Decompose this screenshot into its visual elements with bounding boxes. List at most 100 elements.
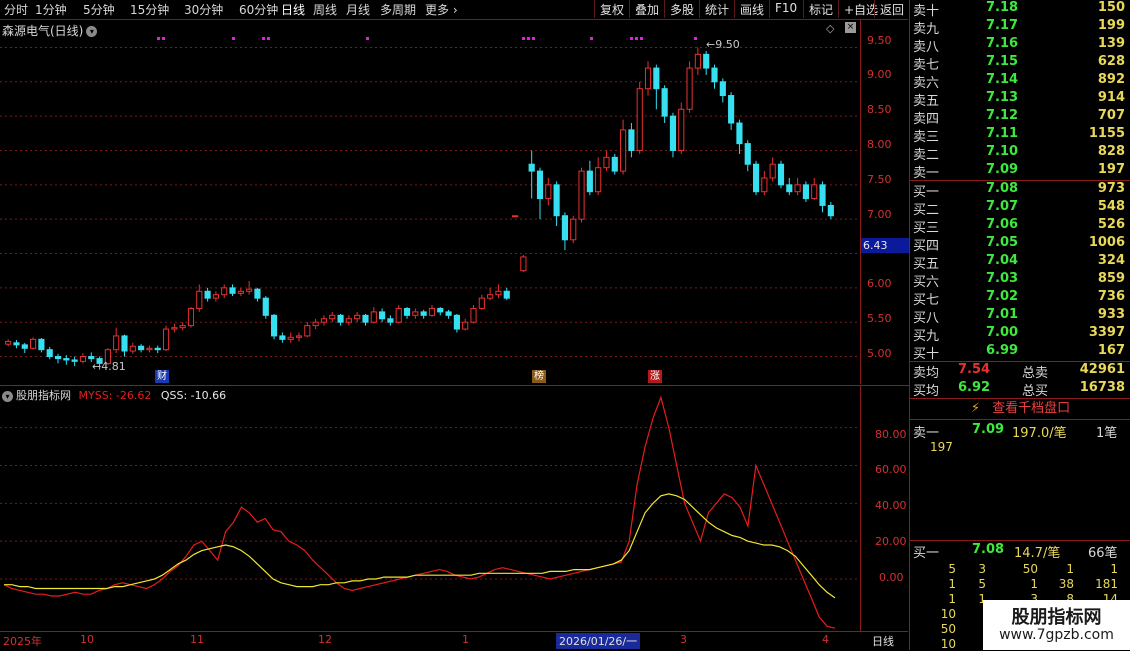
candle[interactable] xyxy=(719,78,726,103)
candle[interactable] xyxy=(744,140,751,172)
candle[interactable] xyxy=(229,284,236,297)
limit-up-marker[interactable]: 涨 xyxy=(648,370,662,383)
candle[interactable] xyxy=(761,171,768,196)
candle[interactable] xyxy=(354,311,361,323)
candle[interactable] xyxy=(395,305,402,324)
candle[interactable] xyxy=(437,307,444,316)
candle[interactable] xyxy=(553,181,560,227)
period-tab[interactable]: 月线 xyxy=(346,1,370,18)
candle[interactable] xyxy=(221,284,228,299)
candle[interactable] xyxy=(63,355,70,365)
candle[interactable] xyxy=(728,92,735,130)
candle[interactable] xyxy=(412,308,419,319)
candle[interactable] xyxy=(694,47,701,75)
ask-level-row[interactable]: 卖九 7.17 199 xyxy=(910,18,1130,37)
candle[interactable] xyxy=(254,287,261,302)
candle[interactable] xyxy=(237,287,244,297)
candle[interactable] xyxy=(420,309,427,319)
candle[interactable] xyxy=(270,313,278,340)
candle[interactable] xyxy=(686,61,693,113)
candle[interactable] xyxy=(495,284,502,299)
candle[interactable] xyxy=(212,291,219,302)
bid-level-row[interactable]: 买七 7.02 736 xyxy=(910,289,1130,308)
candle[interactable] xyxy=(79,353,87,364)
candle[interactable] xyxy=(595,157,602,196)
candle[interactable] xyxy=(661,85,668,124)
candle[interactable] xyxy=(777,160,785,189)
bid-level-row[interactable]: 买十 6.99 167 xyxy=(910,343,1130,362)
candlestick-chart[interactable] xyxy=(0,20,860,384)
period-tab[interactable]: 分时 xyxy=(4,1,28,18)
candle[interactable] xyxy=(54,353,62,364)
candle[interactable] xyxy=(362,313,369,326)
period-tab[interactable]: 60分钟 xyxy=(239,1,278,18)
diamond-icon[interactable]: ◇ xyxy=(826,22,834,35)
back-button[interactable]: 返回 xyxy=(874,0,908,18)
f10-button[interactable]: F10 xyxy=(769,0,801,18)
candle[interactable] xyxy=(337,313,344,326)
candle[interactable] xyxy=(287,332,294,343)
candle[interactable] xyxy=(345,315,352,326)
candle[interactable] xyxy=(428,305,436,317)
candle[interactable] xyxy=(769,157,776,182)
stats-button[interactable]: 统计 xyxy=(699,0,733,18)
period-tab[interactable]: 30分钟 xyxy=(184,1,223,18)
candle[interactable] xyxy=(304,322,311,338)
candle[interactable] xyxy=(204,287,211,302)
ask-level-row[interactable]: 卖八 7.16 139 xyxy=(910,36,1130,55)
candle[interactable] xyxy=(478,294,485,310)
candle[interactable] xyxy=(453,313,460,333)
chevron-down-icon[interactable]: ▾ xyxy=(86,26,98,37)
candle[interactable] xyxy=(138,344,145,353)
candle[interactable] xyxy=(113,327,120,354)
ask-level-row[interactable]: 卖二 7.10 828 xyxy=(910,144,1130,163)
candle[interactable] xyxy=(279,332,286,343)
period-tab[interactable]: 周线 xyxy=(313,1,337,18)
period-tab[interactable]: 多周期 xyxy=(380,1,416,18)
candle[interactable] xyxy=(71,356,78,367)
more-menu[interactable]: 更多 › xyxy=(425,1,458,18)
candle[interactable] xyxy=(528,150,535,199)
period-tab[interactable]: 15分钟 xyxy=(130,1,169,18)
close-icon[interactable]: × xyxy=(845,22,856,33)
candle[interactable] xyxy=(403,307,411,319)
bid-level-row[interactable]: 买四 7.05 1006 xyxy=(910,235,1130,254)
candle[interactable] xyxy=(653,64,660,110)
candle[interactable] xyxy=(329,311,336,323)
multi-stock-button[interactable]: 多股 xyxy=(664,0,698,18)
overlay-button[interactable]: 叠加 xyxy=(629,0,663,18)
candle[interactable] xyxy=(503,287,510,301)
candle[interactable] xyxy=(827,202,834,220)
candle[interactable] xyxy=(196,284,203,312)
candle[interactable] xyxy=(121,334,128,357)
candle[interactable] xyxy=(586,160,593,196)
ask-level-row[interactable]: 卖七 7.15 628 xyxy=(910,54,1130,73)
candle[interactable] xyxy=(628,123,635,158)
candle[interactable] xyxy=(187,307,195,328)
period-tab-active[interactable]: 日线 xyxy=(281,1,305,18)
period-tab[interactable]: 5分钟 xyxy=(83,1,115,18)
draw-button[interactable]: 画线 xyxy=(734,0,768,18)
chevron-down-icon[interactable]: ▾ xyxy=(2,390,13,402)
ask-level-row[interactable]: 卖四 7.12 707 xyxy=(910,108,1130,127)
candle[interactable] xyxy=(786,177,793,196)
candle[interactable] xyxy=(736,119,743,154)
candle[interactable] xyxy=(154,345,161,354)
bid-level-row[interactable]: 买六 7.03 859 xyxy=(910,271,1130,290)
candle[interactable] xyxy=(379,308,386,323)
candle[interactable] xyxy=(819,181,826,213)
candle[interactable] xyxy=(487,287,494,301)
bid-level-row[interactable]: 买二 7.07 548 xyxy=(910,199,1130,218)
candle[interactable] xyxy=(312,318,319,330)
candle[interactable] xyxy=(794,177,801,196)
candle[interactable] xyxy=(644,61,652,96)
candle[interactable] xyxy=(678,102,685,154)
candle[interactable] xyxy=(262,296,269,319)
ask-level-row[interactable]: 卖五 7.13 914 xyxy=(910,90,1130,109)
candle[interactable] xyxy=(561,212,569,251)
candle[interactable] xyxy=(320,315,328,326)
candle[interactable] xyxy=(620,119,627,175)
candle[interactable] xyxy=(611,153,618,175)
ask-level-row[interactable]: 卖三 7.11 1155 xyxy=(910,126,1130,145)
candle[interactable] xyxy=(146,345,153,353)
